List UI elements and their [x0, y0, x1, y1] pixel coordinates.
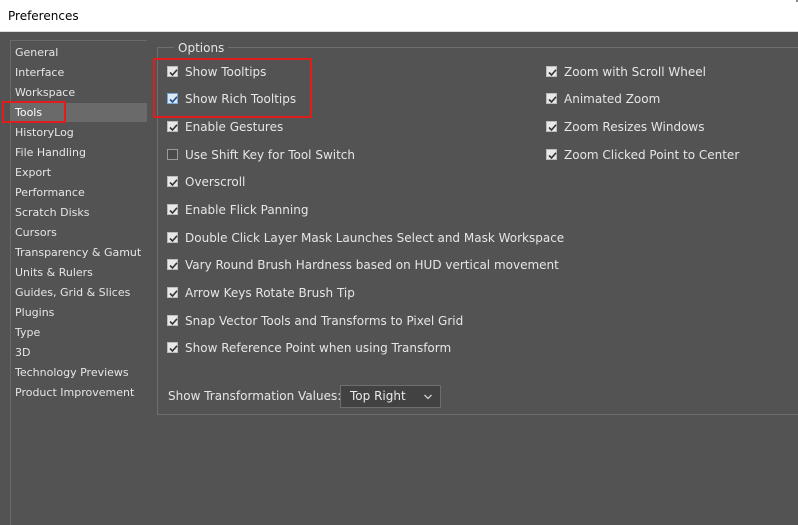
checkbox-checked-icon[interactable] — [546, 121, 557, 132]
select-value: Top Right — [350, 389, 406, 403]
sidebar-item-interface[interactable]: Interface — [11, 63, 147, 82]
checkbox-checked-icon[interactable] — [167, 232, 178, 243]
sidebar-item-product-improvement[interactable]: Product Improvement — [11, 383, 147, 402]
checkbox-checked-icon[interactable] — [167, 176, 178, 187]
sidebar-item-3d[interactable]: 3D — [11, 343, 147, 362]
checkbox-checked-icon[interactable] — [167, 342, 178, 353]
sidebar-item-type[interactable]: Type — [11, 323, 147, 342]
sidebar-item-performance[interactable]: Performance — [11, 183, 147, 202]
checkbox-label: Double Click Layer Mask Launches Select … — [185, 231, 565, 245]
transformation-values-label: Show Transformation Values: — [168, 389, 342, 403]
window-title: Preferences — [8, 9, 79, 23]
sidebar-item-tools[interactable]: Tools — [11, 103, 147, 122]
chevron-down-icon — [424, 394, 432, 400]
sidebar-item-units-rulers[interactable]: Units & Rulers — [11, 263, 147, 282]
checkbox-checked-icon[interactable] — [167, 315, 178, 326]
sidebar-item-file-handling[interactable]: File Handling — [11, 143, 147, 162]
checkbox-checked-icon[interactable] — [546, 149, 557, 160]
sidebar-item-cursors[interactable]: Cursors — [11, 223, 147, 242]
checkbox-checked-icon[interactable] — [167, 204, 178, 215]
checkbox-label: Use Shift Key for Tool Switch — [185, 148, 356, 162]
sidebar-item-general[interactable]: General — [11, 43, 147, 62]
checkbox-label: Enable Gestures — [185, 120, 284, 134]
sidebar-item-history-log[interactable]: HistoryLog — [11, 123, 147, 142]
sidebar-item-technology-previews[interactable]: Technology Previews — [11, 363, 147, 382]
title-bar: Preferences — [0, 0, 798, 32]
checkbox-label: Zoom with Scroll Wheel — [564, 65, 706, 79]
checkbox-label: Zoom Clicked Point to Center — [564, 148, 740, 162]
checkbox-label: Snap Vector Tools and Transforms to Pixe… — [185, 314, 464, 328]
checkbox-checked-icon[interactable] — [546, 66, 557, 77]
checkbox-checked-icon[interactable] — [167, 287, 178, 298]
checkbox-label: Overscroll — [185, 175, 246, 189]
checkbox-label: Arrow Keys Rotate Brush Tip — [185, 286, 355, 300]
sidebar-item-guides-grid-slices[interactable]: Guides, Grid & Slices — [11, 283, 147, 302]
checkbox-unchecked-icon[interactable] — [167, 149, 178, 160]
checkbox-label: Animated Zoom — [564, 92, 661, 106]
checkbox-checked-icon[interactable] — [167, 121, 178, 132]
checkbox-checked-icon[interactable] — [167, 93, 178, 104]
options-legend: Options — [174, 41, 229, 55]
checkbox-label: Enable Flick Panning — [185, 203, 309, 217]
sidebar-item-transparency-gamut[interactable]: Transparency & Gamut — [11, 243, 147, 262]
checkbox-label: Vary Round Brush Hardness based on HUD v… — [185, 258, 559, 272]
checkbox-checked-icon[interactable] — [546, 93, 557, 104]
checkbox-label: Show Rich Tooltips — [185, 92, 297, 106]
sidebar-item-workspace[interactable]: Workspace — [11, 83, 147, 102]
sidebar-item-scratch-disks[interactable]: Scratch Disks — [11, 203, 147, 222]
sidebar-item-plugins[interactable]: Plugins — [11, 303, 147, 322]
checkbox-checked-icon[interactable] — [167, 66, 178, 77]
checkbox-label: Show Tooltips — [185, 65, 267, 79]
checkbox-label: Show Reference Point when using Transfor… — [185, 341, 452, 355]
preferences-sidebar: General Interface Workspace Tools Histor… — [10, 40, 147, 525]
transformation-values-select[interactable]: Top Right — [340, 385, 441, 408]
checkbox-label: Zoom Resizes Windows — [564, 120, 705, 134]
sidebar-item-export[interactable]: Export — [11, 163, 147, 182]
checkbox-checked-icon[interactable] — [167, 259, 178, 270]
